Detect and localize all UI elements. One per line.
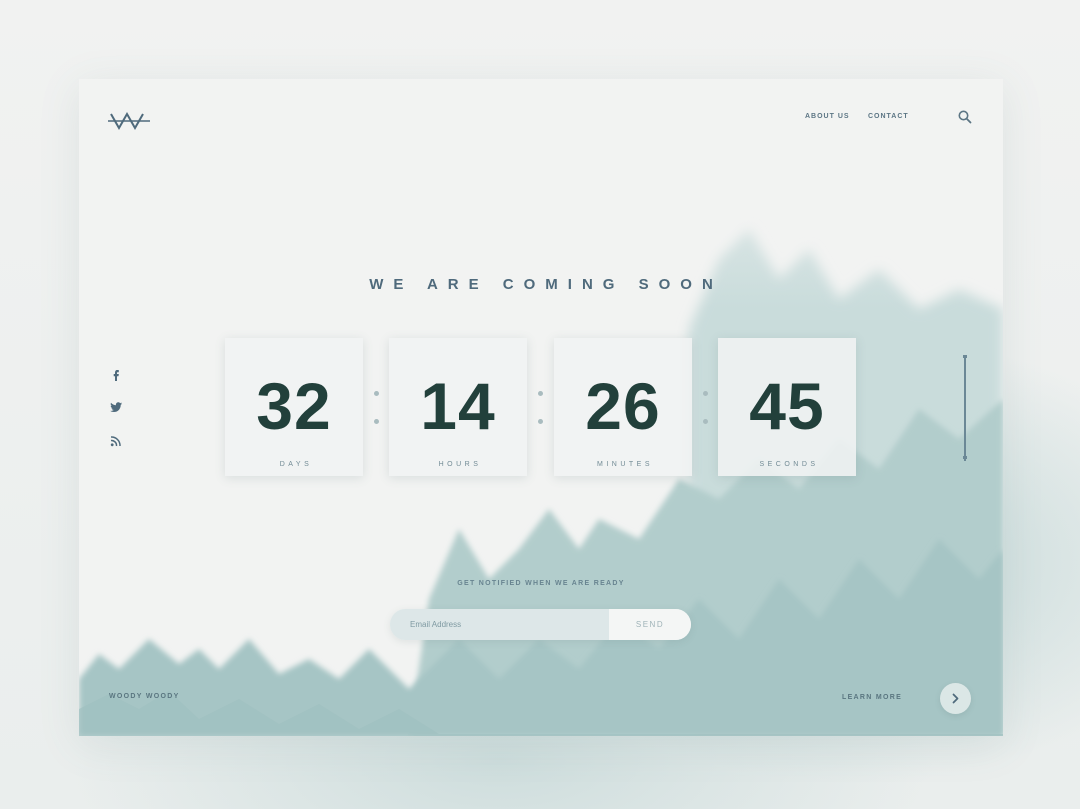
countdown-days: 32 DAYS [225, 338, 363, 476]
scroll-indicator-bottom [963, 456, 967, 459]
brand-name: WOODY WOODY [109, 693, 180, 700]
chevron-right-icon [952, 693, 959, 704]
landing-card: ABOUT US CONTACT WE ARE COMING SOON 32 D… [79, 79, 1003, 736]
countdown-seconds: 45 SECONDS [718, 338, 856, 476]
countdown-hours: 14 HOURS [389, 338, 527, 476]
email-field[interactable] [390, 609, 609, 640]
separator-dot [538, 419, 543, 424]
separator-dot [703, 419, 708, 424]
subscribe-form: SEND [390, 609, 691, 640]
countdown-unit-label: DAYS [279, 461, 313, 468]
search-icon[interactable] [957, 109, 973, 125]
separator-dot [374, 391, 379, 396]
countdown-unit-label: SECONDS [759, 461, 819, 468]
page-headline: WE ARE COMING SOON [369, 276, 723, 293]
separator-dot [703, 391, 708, 396]
subscribe-prompt: GET NOTIFIED WHEN WE ARE READY [457, 580, 625, 587]
send-button[interactable]: SEND [609, 609, 691, 640]
facebook-icon[interactable] [109, 368, 123, 382]
nav-contact[interactable]: CONTACT [868, 113, 909, 120]
separator-dot [538, 391, 543, 396]
countdown-value: 14 [420, 369, 496, 443]
rss-icon[interactable] [109, 434, 123, 448]
countdown-unit-label: MINUTES [597, 461, 653, 468]
countdown-minutes: 26 MINUTES [554, 338, 692, 476]
countdown-value: 32 [256, 369, 332, 443]
countdown-value: 45 [749, 369, 825, 443]
countdown-value: 26 [585, 369, 661, 443]
learn-more-link[interactable]: LEARN MORE [842, 694, 902, 701]
separator-dot [374, 419, 379, 424]
nav-about-us[interactable]: ABOUT US [805, 113, 850, 120]
scroll-indicator[interactable] [964, 355, 966, 461]
twitter-icon[interactable] [109, 400, 123, 414]
brand-logo[interactable] [108, 109, 150, 133]
next-button[interactable] [940, 683, 971, 714]
countdown-unit-label: HOURS [438, 461, 482, 468]
